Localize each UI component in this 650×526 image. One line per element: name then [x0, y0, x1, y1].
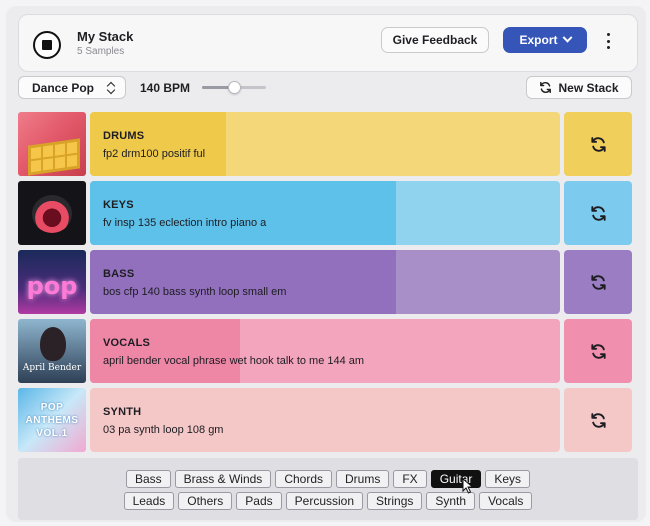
cover-art-drums[interactable]	[18, 112, 86, 176]
track-row-vocals: April Bender VOCALS april bender vocal p…	[18, 319, 638, 383]
chevron-down-icon	[562, 32, 572, 43]
sample-bar-vocals[interactable]: VOCALS april bender vocal phrase wet hoo…	[90, 319, 560, 383]
category-filter-row: Leads Others Pads Percussion Strings Synth Voc…	[18, 492, 638, 510]
track-row-drums: DRUMS fp2 drm100 positif ful	[18, 112, 638, 176]
sample-bar-keys[interactable]: KEYS fv insp 135 eclection intro piano a	[90, 181, 560, 245]
tempo-slider[interactable]	[202, 81, 266, 94]
category-tag[interactable]: Drums	[336, 470, 390, 488]
category-tag[interactable]: Others	[178, 492, 233, 510]
category-tag[interactable]: Brass & Winds	[174, 470, 272, 488]
stack-header: My Stack 5 Samples Give Feedback Export	[18, 14, 638, 72]
cover-text-vocals: April Bender	[22, 363, 82, 373]
sample-playback-progress	[90, 250, 396, 314]
category-tag[interactable]: Chords	[275, 470, 332, 488]
track-row-keys: KEYS fv insp 135 eclection intro piano a	[18, 181, 638, 245]
chevron-up-down-icon	[107, 82, 115, 94]
cover-text-bass: pop	[26, 272, 78, 300]
cover-text-synth-3: VOL.1	[36, 428, 68, 439]
cover-text-synth-1: POP	[40, 402, 64, 413]
refresh-icon	[590, 205, 606, 221]
cover-art-keys[interactable]	[18, 181, 86, 245]
category-tag[interactable]: Percussion	[285, 492, 364, 510]
cover-art-synth[interactable]: POP ANTHEMS VOL.1	[18, 388, 86, 452]
stack-stop-icon[interactable]	[33, 31, 61, 59]
track-row-synth: POP ANTHEMS VOL.1 SYNTH 03 pa synth loop…	[18, 388, 638, 452]
refresh-icon	[590, 343, 606, 359]
sample-category: BASS	[103, 268, 135, 280]
genre-select[interactable]: Dance Pop	[18, 76, 126, 99]
mouse-cursor-icon	[462, 478, 474, 494]
sample-filename: fv insp 135 eclection intro piano a	[103, 217, 267, 229]
sample-filename: 03 pa synth loop 108 gm	[103, 424, 224, 436]
refresh-icon	[540, 81, 552, 94]
sample-category: KEYS	[103, 199, 134, 211]
sample-bar-synth[interactable]: SYNTH 03 pa synth loop 108 gm	[90, 388, 560, 452]
new-stack-label: New Stack	[558, 80, 619, 95]
category-tag[interactable]: Keys	[485, 470, 531, 488]
category-tag[interactable]: Vocals	[479, 492, 533, 510]
category-tag[interactable]: Strings	[367, 492, 423, 510]
sample-category: DRUMS	[103, 130, 145, 142]
sample-bar-bass[interactable]: BASS bos cfp 140 bass synth loop small e…	[90, 250, 560, 314]
stack-title: My Stack	[77, 29, 134, 44]
genre-value: Dance Pop	[32, 80, 95, 95]
cover-art-bass[interactable]: pop	[18, 250, 86, 314]
sample-filename: fp2 drm100 positif ful	[103, 148, 206, 160]
cover-text-synth-2: ANTHEMS	[25, 415, 79, 426]
bpm-readout: 140 BPM	[140, 81, 191, 95]
category-tag[interactable]: Synth	[426, 492, 476, 510]
track-row-bass: pop BASS bos cfp 140 bass synth loop sma…	[18, 250, 638, 314]
swap-sample-button-synth[interactable]	[564, 388, 632, 452]
new-stack-button[interactable]: New Stack	[526, 76, 632, 99]
sample-category: VOCALS	[103, 337, 151, 349]
cover-art-vocals[interactable]: April Bender	[18, 319, 86, 383]
give-feedback-button[interactable]: Give Feedback	[381, 27, 489, 53]
category-tag[interactable]: FX	[393, 470, 427, 488]
refresh-icon	[590, 136, 606, 152]
refresh-icon	[590, 274, 606, 290]
sample-playback-progress	[90, 181, 396, 245]
swap-sample-button-vocals[interactable]	[564, 319, 632, 383]
refresh-icon	[590, 412, 606, 428]
sample-bar-drums[interactable]: DRUMS fp2 drm100 positif ful	[90, 112, 560, 176]
sample-playback-progress	[90, 112, 227, 176]
sample-filename: bos cfp 140 bass synth loop small em	[103, 286, 287, 298]
sample-playback-progress	[90, 319, 241, 383]
sample-filename: april bender vocal phrase wet hook talk …	[103, 355, 365, 367]
tempo-slider-thumb[interactable]	[228, 81, 241, 94]
swap-sample-button-keys[interactable]	[564, 181, 632, 245]
export-label: Export	[519, 33, 558, 47]
stack-sample-count: 5 Samples	[77, 46, 125, 57]
category-filter-row: Bass Brass & Winds Chords Drums FX Guitar Keys	[18, 470, 638, 488]
category-filter-panel: Bass Brass & Winds Chords Drums FX Guitar Keys…	[18, 458, 638, 520]
swap-sample-button-drums[interactable]	[564, 112, 632, 176]
swap-sample-button-bass[interactable]	[564, 250, 632, 314]
more-options-icon[interactable]	[603, 31, 613, 51]
sample-bar-background	[90, 388, 560, 452]
category-tag[interactable]: Leads	[123, 492, 175, 510]
app-window: My Stack 5 Samples Give Feedback Export …	[6, 6, 646, 522]
category-tag[interactable]: Bass	[125, 470, 171, 488]
sample-category: SYNTH	[103, 406, 142, 418]
export-button[interactable]: Export	[503, 27, 587, 53]
category-tag[interactable]: Pads	[236, 492, 282, 510]
